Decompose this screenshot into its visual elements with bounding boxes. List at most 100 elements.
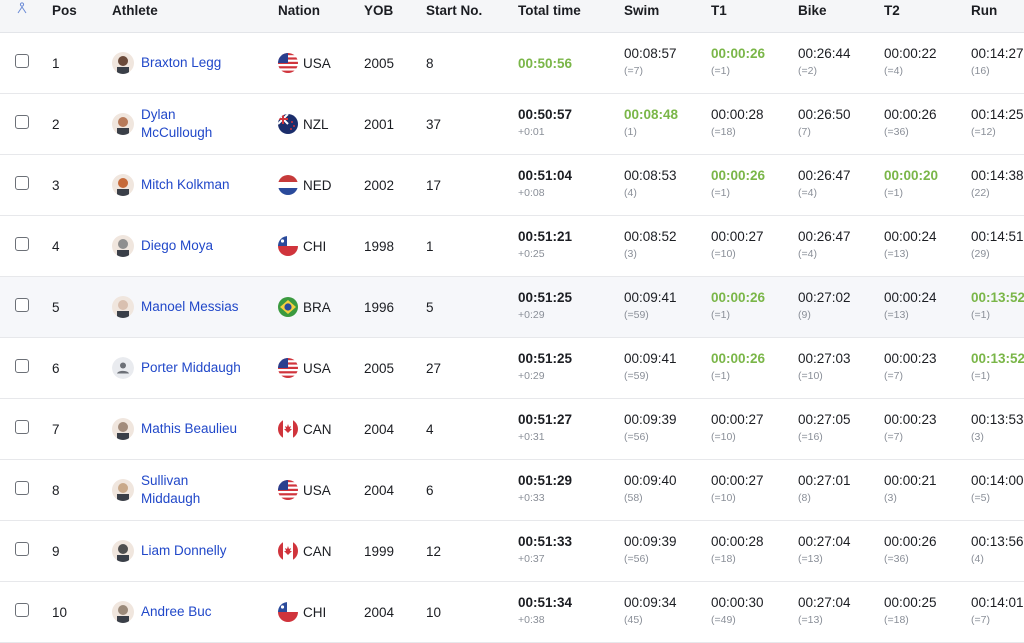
- sort-athlete-icon[interactable]: [16, 2, 28, 17]
- header-yob[interactable]: YOB: [364, 3, 393, 18]
- total-time-gap: +0:33: [518, 492, 545, 504]
- bike-time: 00:27:05: [798, 412, 851, 427]
- row-checkbox[interactable]: [15, 298, 29, 312]
- swim-rank: (=56): [624, 431, 649, 443]
- bike-cell: 00:27:04 (=13): [798, 533, 851, 566]
- yob-cell: 2004: [364, 421, 395, 437]
- run-cell: 00:13:52 (=1): [971, 350, 1024, 383]
- athlete-avatar: [112, 357, 134, 379]
- athlete-name-link[interactable]: Mathis Beaulieu: [141, 399, 261, 459]
- header-t2[interactable]: T2: [884, 3, 900, 18]
- table-row[interactable]: 8 Sullivan Middaugh USA 2004 6 00:51:29 +0:33 0…: [0, 460, 1024, 521]
- swim-time: 00:09:39: [624, 412, 677, 427]
- bike-rank: (=4): [798, 248, 817, 260]
- table-row[interactable]: 4 Diego Moya CHI 1998 1 00:51:21 +0:25 00:08:52…: [0, 216, 1024, 277]
- nation-cell: USA: [303, 482, 331, 498]
- start-number-cell: 4: [426, 421, 434, 437]
- header-t1[interactable]: T1: [711, 3, 727, 18]
- flag-icon: [278, 480, 298, 500]
- athlete-name-link[interactable]: Diego Moya: [141, 216, 261, 276]
- header-total-time[interactable]: Total time: [518, 3, 581, 18]
- position-cell: 4: [52, 238, 60, 254]
- table-row[interactable]: 9 Liam Donnelly CAN 1999 12 00:51:33 +0:37 00:0…: [0, 521, 1024, 582]
- yob-cell: 2005: [364, 55, 395, 71]
- swim-time: 00:08:52: [624, 229, 677, 244]
- athlete-name-link[interactable]: Manoel Messias: [141, 277, 261, 337]
- table-row[interactable]: 5 Manoel Messias BRA 1996 5 00:51:25 +0:29 00:0…: [0, 277, 1024, 338]
- t2-rank: (=13): [884, 248, 909, 260]
- t2-time: 00:00:23: [884, 351, 937, 366]
- row-checkbox[interactable]: [15, 115, 29, 129]
- header-pos[interactable]: Pos: [52, 3, 77, 18]
- header-swim[interactable]: Swim: [624, 3, 659, 18]
- table-row[interactable]: 2 Dylan McCullough NZL 2001 37 00:50:57 +0:01 0…: [0, 94, 1024, 155]
- run-cell: 00:14:01 (=7): [971, 594, 1024, 627]
- athlete-avatar: [112, 540, 134, 562]
- header-bike[interactable]: Bike: [798, 3, 827, 18]
- athlete-name-link[interactable]: Mitch Kolkman: [141, 155, 261, 215]
- total-time-value: 00:51:04: [518, 168, 573, 183]
- position-cell: 7: [52, 421, 60, 437]
- athlete-name-link[interactable]: Sullivan Middaugh: [141, 460, 223, 520]
- row-checkbox[interactable]: [15, 54, 29, 68]
- bike-cell: 00:26:47 (=4): [798, 228, 851, 261]
- table-row[interactable]: 10 Andree Buc CHI 2004 10 00:51:34 +0:38 00:09:…: [0, 582, 1024, 643]
- total-time-gap: +0:31: [518, 431, 545, 443]
- athlete-name-link[interactable]: Dylan McCullough: [141, 94, 223, 154]
- athlete-name-link[interactable]: Braxton Legg: [141, 33, 261, 93]
- row-checkbox[interactable]: [15, 542, 29, 556]
- row-checkbox[interactable]: [15, 359, 29, 373]
- t1-time: 00:00:30: [711, 595, 764, 610]
- run-cell: 00:14:25 (=12): [971, 106, 1024, 139]
- total-time-value: 00:51:25: [518, 351, 573, 366]
- row-checkbox[interactable]: [15, 237, 29, 251]
- athlete-name-link[interactable]: Liam Donnelly: [141, 521, 261, 581]
- athlete-name-link[interactable]: Porter Middaugh: [141, 338, 261, 398]
- run-cell: 00:13:56 (4): [971, 533, 1024, 566]
- run-cell: 00:14:27 (16): [971, 45, 1024, 78]
- start-number-cell: 27: [426, 360, 442, 376]
- t1-rank: (=1): [711, 309, 730, 321]
- position-cell: 3: [52, 177, 60, 193]
- t2-time: 00:00:23: [884, 412, 937, 427]
- table-row[interactable]: 6 Porter Middaugh USA 2005 27 00:51:25 +0:29 00…: [0, 338, 1024, 399]
- start-number-cell: 17: [426, 177, 442, 193]
- run-cell: 00:14:51 (29): [971, 228, 1024, 261]
- t1-rank: (=10): [711, 431, 736, 443]
- flag-icon: [278, 236, 298, 256]
- athlete-avatar: [112, 418, 134, 440]
- start-number-cell: 6: [426, 482, 434, 498]
- t2-time: 00:00:20: [884, 168, 939, 183]
- swim-cell: 00:09:34 (45): [624, 594, 677, 627]
- bike-rank: (8): [798, 492, 811, 504]
- t2-rank: (=18): [884, 614, 909, 626]
- athlete-name-link[interactable]: Andree Buc: [141, 582, 261, 642]
- flag-icon: [278, 53, 298, 73]
- header-run[interactable]: Run: [971, 3, 997, 18]
- start-number-cell: 1: [426, 238, 434, 254]
- row-checkbox[interactable]: [15, 481, 29, 495]
- header-athlete[interactable]: Athlete: [112, 3, 158, 18]
- flag-icon: [278, 114, 298, 134]
- run-time: 00:13:56: [971, 534, 1024, 549]
- position-cell: 1: [52, 55, 60, 71]
- table-row[interactable]: 1 Braxton Legg USA 2005 8 00:50:56 00:08:57 (=7…: [0, 33, 1024, 94]
- row-checkbox[interactable]: [15, 420, 29, 434]
- header-start-no[interactable]: Start No.: [426, 3, 482, 18]
- start-number-cell: 8: [426, 55, 434, 71]
- t1-cell: 00:00:26 (=1): [711, 289, 765, 322]
- nation-cell: CAN: [303, 421, 332, 437]
- row-checkbox[interactable]: [15, 603, 29, 617]
- row-checkbox[interactable]: [15, 176, 29, 190]
- swim-rank: (=7): [624, 65, 643, 77]
- t1-rank: (=1): [711, 187, 730, 199]
- t1-rank: (=1): [711, 370, 730, 382]
- t1-cell: 00:00:28 (=18): [711, 533, 764, 566]
- bike-cell: 00:27:02 (9): [798, 289, 851, 322]
- table-row[interactable]: 3 Mitch Kolkman NED 2002 17 00:51:04 +0:08 00:0…: [0, 155, 1024, 216]
- header-nation[interactable]: Nation: [278, 3, 320, 18]
- swim-cell: 00:08:57 (=7): [624, 45, 677, 78]
- total-time-cell: 00:51:33 +0:37: [518, 533, 572, 566]
- t2-cell: 00:00:24 (=13): [884, 228, 937, 261]
- table-row[interactable]: 7 Mathis Beaulieu CAN 2004 4 00:51:27 +0:31 00:…: [0, 399, 1024, 460]
